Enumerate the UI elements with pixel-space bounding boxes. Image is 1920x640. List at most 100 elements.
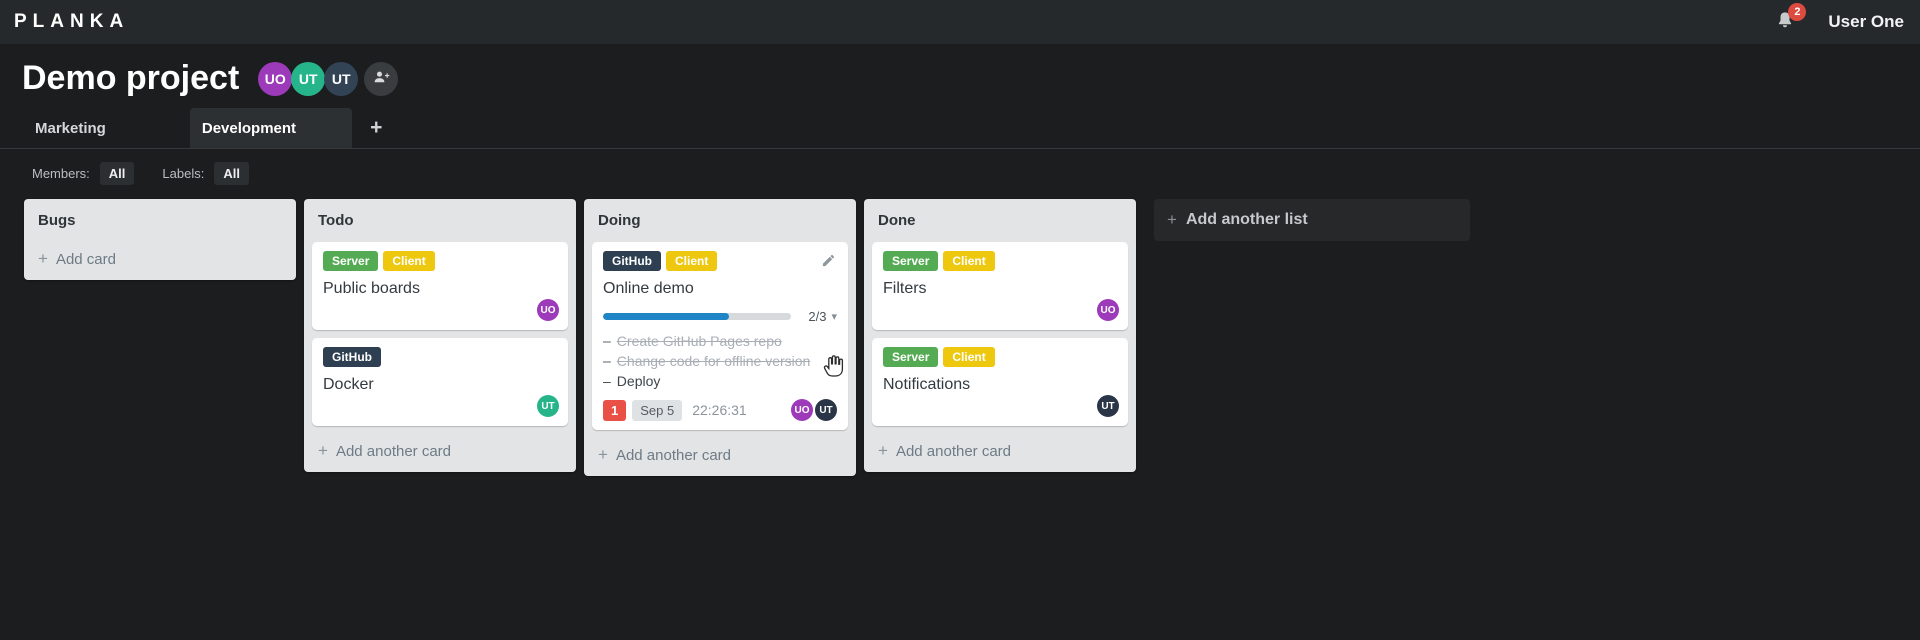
card-member-avatar[interactable]: UO — [537, 299, 559, 321]
add-member-button[interactable] — [364, 61, 399, 96]
member-avatar[interactable]: UT — [291, 61, 326, 96]
tasks-count: 2/3 — [808, 309, 827, 324]
member-avatar[interactable]: UO — [258, 61, 293, 96]
project-title[interactable]: Demo project — [22, 59, 239, 98]
card-badges: 1 Sep 5 22:26:31 UO UT — [603, 399, 837, 421]
add-user-icon — [372, 68, 390, 89]
list-title[interactable]: Doing — [592, 207, 848, 242]
board: Bugs + Add card Todo Server Client Publi… — [0, 185, 1920, 476]
plus-icon: + — [598, 445, 608, 464]
list-todo: Todo Server Client Public boards UO GitH… — [304, 199, 576, 472]
progress-bar-fill — [603, 313, 729, 320]
card-member-avatar[interactable]: UT — [815, 399, 837, 421]
filter-bar: Members: All Labels: All — [0, 149, 1920, 185]
labels-filter-label: Labels: — [162, 166, 205, 181]
task-text: Deploy — [616, 373, 661, 389]
task-item[interactable]: – Create GitHub Pages repo — [603, 331, 837, 351]
task-bullet: – — [603, 333, 611, 349]
project-header: Demo project UO UT UT — [0, 44, 1920, 98]
pencil-icon — [821, 254, 836, 271]
chevron-down-icon[interactable]: ▾ — [831, 310, 837, 323]
task-text: Change code for offline version — [616, 353, 811, 369]
card-online-demo[interactable]: GitHub Client Online demo 2/3 ▾ – Create … — [592, 242, 848, 430]
notifications-button[interactable]: 2 — [1774, 3, 1807, 36]
list-title[interactable]: Bugs — [32, 207, 288, 242]
members-filter-label: Members: — [32, 166, 90, 181]
card-notification-badge[interactable]: 1 — [603, 399, 627, 421]
label-github[interactable]: GitHub — [323, 347, 381, 367]
add-card-button[interactable]: + Add another card — [312, 434, 568, 464]
label-client[interactable]: Client — [943, 251, 995, 271]
task-item[interactable]: – Change code for offline version — [603, 351, 837, 371]
card-filters[interactable]: Server Client Filters UO — [872, 242, 1128, 330]
member-avatar[interactable]: UT — [324, 61, 359, 96]
label-github[interactable]: GitHub — [603, 251, 661, 271]
board-tabs: Marketing Development + — [0, 108, 1920, 148]
label-server[interactable]: Server — [323, 251, 379, 271]
bell-icon — [1774, 12, 1796, 36]
card-labels: Server Client — [323, 251, 557, 271]
label-client[interactable]: Client — [943, 347, 995, 367]
task-bullet: – — [603, 373, 611, 389]
add-list-label: Add another list — [1185, 211, 1308, 228]
label-client[interactable]: Client — [383, 251, 435, 271]
add-card-button[interactable]: + Add another card — [872, 434, 1128, 464]
card-labels: Server Client — [883, 251, 1117, 271]
card-labels: Server Client — [883, 347, 1117, 367]
labels-filter-value[interactable]: All — [214, 162, 249, 185]
add-card-label: Add another card — [335, 442, 452, 460]
add-card-button[interactable]: + Add card — [32, 242, 288, 272]
card-title: Filters — [883, 280, 927, 297]
card-labels: GitHub — [323, 347, 557, 367]
add-card-button[interactable]: + Add another card — [592, 438, 848, 468]
card-title: Online demo — [603, 280, 694, 297]
card-member-avatar[interactable]: UO — [1097, 299, 1119, 321]
notification-count-badge: 2 — [1788, 3, 1807, 21]
add-card-label: Add another card — [895, 442, 1012, 460]
task-item[interactable]: – Deploy — [603, 371, 837, 391]
add-card-label: Add card — [55, 250, 116, 268]
list-title[interactable]: Done — [872, 207, 1128, 242]
plus-icon: + — [878, 441, 888, 460]
due-date-badge[interactable]: Sep 5 — [632, 399, 683, 421]
list-title[interactable]: Todo — [312, 207, 568, 242]
list-bugs: Bugs + Add card — [24, 199, 296, 280]
list-doing: Doing GitHub Client Online demo 2/3 ▾ – … — [584, 199, 856, 476]
card-notifications[interactable]: Server Client Notifications UT — [872, 338, 1128, 426]
members-filter-value[interactable]: All — [99, 162, 135, 185]
label-server[interactable]: Server — [883, 347, 939, 367]
project-members: UO UT UT — [258, 61, 399, 96]
card-edit-button[interactable] — [821, 253, 836, 271]
tasks-progress: 2/3 ▾ — [603, 309, 837, 324]
card-labels: GitHub Client — [603, 251, 837, 271]
card-title: Public boards — [323, 280, 420, 297]
card-member-avatar[interactable]: UO — [791, 399, 813, 421]
add-board-button[interactable]: + — [362, 108, 390, 148]
timer-badge[interactable]: 22:26:31 — [692, 402, 747, 418]
label-server[interactable]: Server — [883, 251, 939, 271]
task-text: Create GitHub Pages repo — [616, 333, 782, 349]
task-list: – Create GitHub Pages repo – Change code f… — [603, 331, 837, 391]
tab-development[interactable]: Development — [189, 108, 353, 148]
card-public-boards[interactable]: Server Client Public boards UO — [312, 242, 568, 330]
card-member-avatar[interactable]: UT — [1097, 395, 1119, 417]
progress-bar[interactable] — [603, 313, 791, 320]
add-list-button[interactable]: + Add another list — [1154, 199, 1470, 241]
card-title: Notifications — [883, 376, 971, 393]
user-menu[interactable]: User One — [1828, 12, 1904, 32]
add-card-label: Add another card — [615, 446, 732, 464]
card-members: UO UT — [791, 399, 837, 421]
planka-logo[interactable]: PLANKA — [14, 11, 129, 33]
task-bullet: – — [603, 353, 611, 369]
top-bar: PLANKA 2 User One — [0, 0, 1920, 44]
plus-icon: + — [38, 249, 48, 268]
plus-icon: + — [1167, 210, 1177, 229]
top-bar-right: 2 User One — [1774, 3, 1904, 36]
card-title: Docker — [323, 376, 374, 393]
list-done: Done Server Client Filters UO Server Cli… — [864, 199, 1136, 472]
label-client[interactable]: Client — [666, 251, 718, 271]
card-docker[interactable]: GitHub Docker UT — [312, 338, 568, 426]
planka-app: { "colors": { "topbar_bg": "#26292b", "p… — [0, 0, 1920, 640]
card-member-avatar[interactable]: UT — [537, 395, 559, 417]
tab-marketing[interactable]: Marketing — [0, 108, 190, 148]
